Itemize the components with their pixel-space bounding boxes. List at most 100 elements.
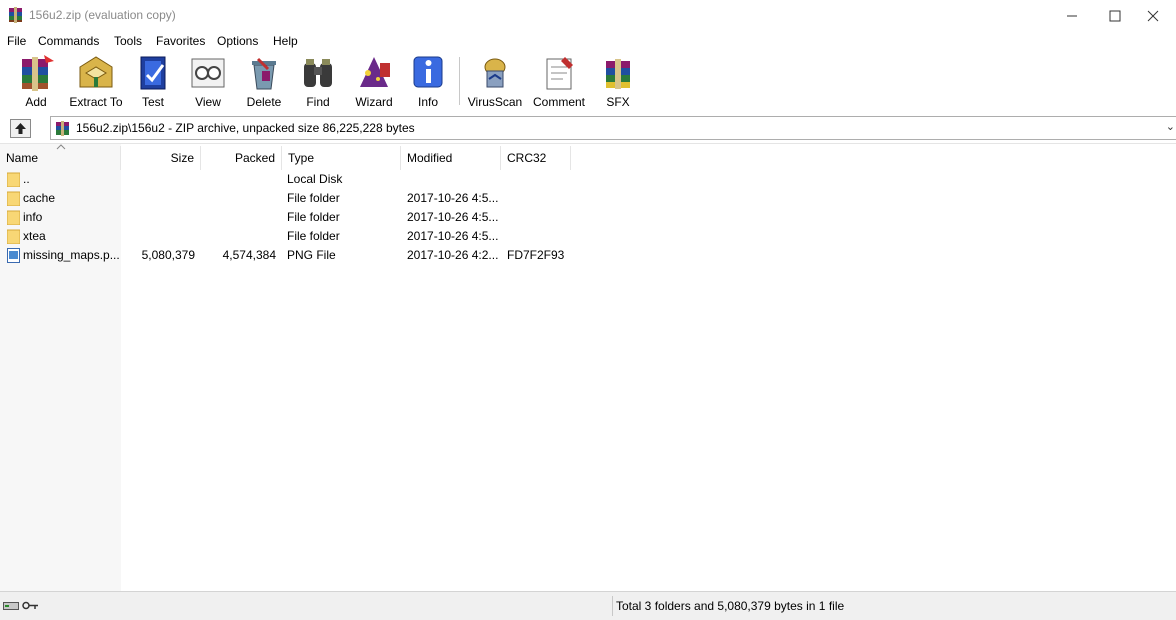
find-button[interactable]: Find bbox=[295, 53, 341, 111]
column-type[interactable]: Type bbox=[282, 146, 401, 170]
address-dropdown-icon[interactable]: ⌄ bbox=[1166, 120, 1175, 133]
file-modified: 2017-10-26 4:5... bbox=[407, 191, 499, 205]
file-modified bbox=[407, 170, 499, 189]
winrar-app-icon bbox=[9, 7, 22, 23]
folder-icon bbox=[7, 229, 20, 244]
comment-icon bbox=[546, 57, 573, 90]
address-bar: 156u2.zip\156u2 - ZIP archive, unpacked … bbox=[0, 115, 1176, 140]
wizard-button[interactable]: Wizard bbox=[348, 53, 400, 111]
delete-label: Delete bbox=[246, 95, 282, 109]
sfx-button[interactable]: SFX bbox=[596, 53, 640, 111]
wizard-label: Wizard bbox=[355, 95, 393, 109]
test-label: Test bbox=[141, 95, 164, 109]
file-size: 5,080,379 bbox=[141, 248, 195, 262]
menu-commands[interactable]: Commands bbox=[38, 34, 99, 48]
file-name: xtea bbox=[23, 229, 46, 243]
file-packed bbox=[201, 208, 276, 227]
comment-button[interactable]: Comment bbox=[530, 53, 588, 111]
menu-bar: File Commands Tools Favorites Options He… bbox=[0, 31, 1176, 51]
minimize-icon bbox=[1067, 15, 1077, 16]
status-text: Total 3 folders and 5,080,379 bytes in 1… bbox=[616, 599, 845, 613]
virusscan-button[interactable]: VirusScan bbox=[466, 53, 524, 111]
file-crc: FD7F2F93 bbox=[507, 248, 565, 262]
png-file-icon bbox=[7, 248, 20, 263]
view-button[interactable]: View bbox=[184, 53, 232, 111]
info-icon bbox=[413, 56, 443, 88]
file-name: info bbox=[23, 210, 43, 224]
file-size bbox=[121, 227, 195, 246]
info-button[interactable]: Info bbox=[406, 53, 450, 111]
add-icon bbox=[22, 55, 54, 91]
menu-options[interactable]: Options bbox=[217, 34, 258, 48]
close-button[interactable] bbox=[1130, 0, 1176, 31]
up-arrow-icon bbox=[15, 123, 26, 134]
list-item[interactable]: missing_maps.p... 5,080,379 4,574,384 PN… bbox=[0, 246, 1176, 265]
extract-to-label: Extract To bbox=[69, 95, 123, 109]
virusscan-icon bbox=[484, 58, 506, 88]
file-type: File folder bbox=[287, 191, 340, 205]
file-packed bbox=[201, 227, 276, 246]
window-title: 156u2.zip (evaluation copy) bbox=[29, 8, 176, 22]
file-crc bbox=[507, 208, 569, 227]
folder-icon bbox=[7, 172, 20, 187]
view-icon bbox=[191, 58, 225, 88]
list-item[interactable]: cache File folder 2017-10-26 4:5... bbox=[0, 189, 1176, 208]
key-icon[interactable] bbox=[22, 600, 39, 611]
delete-button[interactable]: Delete bbox=[240, 53, 288, 111]
test-button[interactable]: Test bbox=[130, 53, 176, 111]
column-size[interactable]: Size bbox=[121, 146, 201, 170]
toolbar: Add Extract To Test View Delete Find Wiz… bbox=[0, 51, 1176, 113]
file-type: File folder bbox=[287, 229, 340, 243]
add-label: Add bbox=[25, 95, 47, 109]
wizard-icon bbox=[360, 57, 390, 87]
list-item[interactable]: xtea File folder 2017-10-26 4:5... bbox=[0, 227, 1176, 246]
column-packed[interactable]: Packed bbox=[201, 146, 282, 170]
virusscan-label: VirusScan bbox=[467, 95, 523, 109]
column-modified[interactable]: Modified bbox=[401, 146, 501, 170]
file-modified: 2017-10-26 4:5... bbox=[407, 210, 499, 224]
menu-help[interactable]: Help bbox=[273, 34, 298, 48]
minimize-button[interactable] bbox=[1049, 0, 1095, 31]
view-label: View bbox=[195, 95, 221, 109]
info-label: Info bbox=[417, 95, 438, 109]
extract-icon bbox=[79, 56, 113, 88]
file-crc bbox=[507, 170, 569, 189]
folder-icon bbox=[7, 191, 20, 206]
address-field[interactable]: 156u2.zip\156u2 - ZIP archive, unpacked … bbox=[50, 116, 1176, 140]
drive-icon[interactable] bbox=[3, 600, 19, 611]
status-bar: Total 3 folders and 5,080,379 bytes in 1… bbox=[0, 591, 1176, 620]
column-name[interactable]: Name bbox=[0, 144, 121, 170]
file-type: Local Disk bbox=[287, 172, 343, 186]
file-crc bbox=[507, 189, 569, 208]
archive-icon bbox=[56, 121, 69, 136]
column-header: Name Size Packed Type Modified CRC32 bbox=[0, 144, 1176, 170]
sort-ascending-icon bbox=[56, 144, 66, 150]
menu-tools[interactable]: Tools bbox=[114, 34, 142, 48]
column-crc32[interactable]: CRC32 bbox=[501, 146, 571, 170]
file-crc bbox=[507, 227, 569, 246]
file-size bbox=[121, 170, 195, 189]
maximize-icon bbox=[1109, 10, 1121, 21]
extract-to-button[interactable]: Extract To bbox=[66, 53, 126, 111]
comment-label: Comment bbox=[532, 95, 585, 109]
find-icon bbox=[304, 59, 332, 87]
file-name: missing_maps.p... bbox=[23, 248, 119, 262]
test-icon bbox=[140, 56, 166, 90]
file-size bbox=[121, 189, 195, 208]
list-item[interactable]: .. Local Disk bbox=[0, 170, 1176, 189]
file-list: Name Size Packed Type Modified CRC32 .. … bbox=[0, 143, 1176, 592]
file-size bbox=[121, 208, 195, 227]
up-one-level-button[interactable] bbox=[10, 119, 31, 138]
menu-file[interactable]: File bbox=[7, 34, 26, 48]
file-type: File folder bbox=[287, 210, 340, 224]
file-modified: 2017-10-26 4:2... bbox=[407, 248, 499, 262]
file-packed: 4,574,384 bbox=[222, 248, 276, 262]
sfx-label: SFX bbox=[606, 95, 630, 109]
add-button[interactable]: Add bbox=[10, 53, 62, 111]
column-name-label: Name bbox=[6, 151, 39, 165]
file-name: cache bbox=[23, 191, 56, 205]
status-separator bbox=[612, 596, 613, 616]
menu-favorites[interactable]: Favorites bbox=[156, 34, 205, 48]
list-item[interactable]: info File folder 2017-10-26 4:5... bbox=[0, 208, 1176, 227]
file-modified: 2017-10-26 4:5... bbox=[407, 229, 499, 243]
